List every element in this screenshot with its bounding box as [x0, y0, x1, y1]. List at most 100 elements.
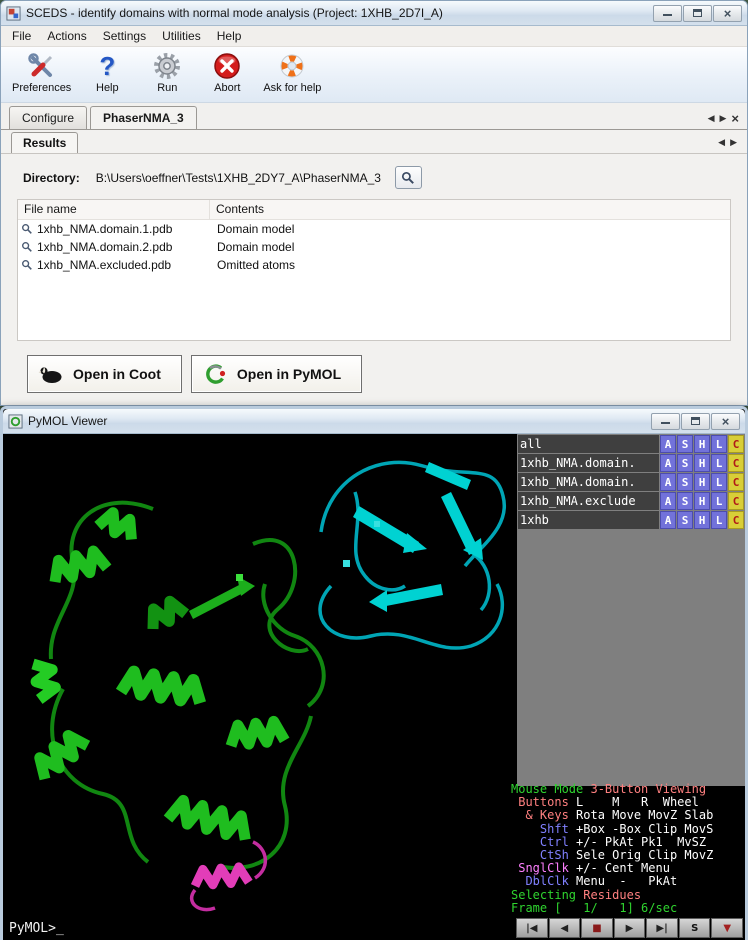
object-name[interactable]: 1xhb [518, 511, 659, 529]
object-name[interactable]: 1xhb_NMA.exclude [518, 492, 659, 510]
browse-button[interactable] [395, 166, 422, 189]
tab-results[interactable]: Results [11, 132, 78, 153]
file-contents: Domain model [210, 222, 294, 236]
object-s-button[interactable]: S [677, 492, 693, 510]
rewind-button[interactable]: |◀ [516, 918, 548, 938]
stop-button[interactable]: ■ [581, 918, 613, 938]
menu-utilities[interactable]: Utilities [154, 26, 209, 46]
ask-for-help-button[interactable]: Ask for help [258, 49, 326, 95]
tab-configure[interactable]: Configure [9, 106, 87, 129]
step-forward-button[interactable]: ▶| [646, 918, 678, 938]
object-h-button[interactable]: H [694, 454, 710, 472]
object-c-button[interactable]: C [728, 435, 744, 453]
magnifier-icon [21, 241, 33, 253]
object-name[interactable]: 1xhb_NMA.domain. [518, 473, 659, 491]
pymol-window-icon [8, 414, 23, 429]
open-in-pymol-button[interactable]: Open in PyMOL [191, 355, 362, 393]
object-s-button[interactable]: S [677, 435, 693, 453]
scene-button[interactable]: S [679, 918, 711, 938]
object-name[interactable]: all [518, 435, 659, 453]
subtab-nav: ◀ ▶ [718, 137, 737, 153]
object-name[interactable]: 1xhb_NMA.domain. [518, 454, 659, 472]
run-button[interactable]: Run [138, 49, 196, 95]
object-a-button[interactable]: A [660, 492, 676, 510]
object-l-button[interactable]: L [711, 454, 727, 472]
action-row: Open in Coot Open in PyMOL [27, 355, 747, 393]
object-h-button[interactable]: H [694, 492, 710, 510]
maximize-button[interactable] [683, 5, 712, 22]
object-h-button[interactable]: H [694, 511, 710, 529]
open-in-coot-button[interactable]: Open in Coot [27, 355, 182, 393]
sceds-titlebar[interactable]: SCEDS - identify domains with normal mod… [1, 1, 747, 26]
object-c-button[interactable]: C [728, 492, 744, 510]
tool-label: Preferences [12, 82, 71, 94]
abort-button[interactable]: Abort [198, 49, 256, 95]
sceds-window-controls: × [653, 5, 742, 22]
subtab-row: Results ◀ ▶ [1, 130, 747, 154]
help-button[interactable]: ? Help [78, 49, 136, 95]
object-c-button[interactable]: C [728, 511, 744, 529]
close-button[interactable]: × [713, 5, 742, 22]
file-contents: Domain model [210, 240, 294, 254]
fullscreen-button[interactable]: ▼ [711, 918, 743, 938]
object-l-button[interactable]: L [711, 492, 727, 510]
table-row[interactable]: 1xhb_NMA.domain.2.pdb Domain model [18, 238, 730, 256]
object-c-button[interactable]: C [728, 473, 744, 491]
step-back-button[interactable]: ◀ [549, 918, 581, 938]
object-a-button[interactable]: A [660, 454, 676, 472]
pymol-logo-icon [202, 363, 228, 385]
tab-scroll-right-icon[interactable]: ▶ [719, 113, 726, 124]
menu-help[interactable]: Help [209, 26, 250, 46]
pymol-body: PyMOL>_ allASHLC1xhb_NMA.domain.ASHLC1xh… [3, 434, 745, 940]
pymol-titlebar[interactable]: PyMOL Viewer × [3, 409, 745, 434]
table-row[interactable]: 1xhb_NMA.domain.1.pdb Domain model [18, 220, 730, 238]
file-name: 1xhb_NMA.domain.1.pdb [37, 222, 172, 236]
object-a-button[interactable]: A [660, 511, 676, 529]
close-button[interactable]: × [711, 413, 740, 430]
file-name: 1xhb_NMA.domain.2.pdb [37, 240, 172, 254]
object-l-button[interactable]: L [711, 435, 727, 453]
maximize-icon [691, 417, 700, 425]
object-s-button[interactable]: S [677, 454, 693, 472]
pymol-window: PyMOL Viewer × [0, 406, 748, 940]
object-s-button[interactable]: S [677, 473, 693, 491]
minimize-button[interactable] [651, 413, 680, 430]
maximize-button[interactable] [681, 413, 710, 430]
open-in-pymol-label: Open in PyMOL [237, 366, 341, 382]
movie-controls: |◀◀■▶▶|S▼ [515, 918, 743, 938]
object-a-button[interactable]: A [660, 473, 676, 491]
object-a-button[interactable]: A [660, 435, 676, 453]
maximize-icon [693, 9, 702, 17]
mouse-legend: Mouse Mode 3-Button Viewing Buttons L M … [511, 783, 743, 915]
play-button[interactable]: ▶ [614, 918, 646, 938]
minimize-button[interactable] [653, 5, 682, 22]
command-prompt[interactable]: PyMOL>_ [9, 921, 64, 936]
menu-file[interactable]: File [4, 26, 39, 46]
preferences-button[interactable]: Preferences [7, 49, 76, 95]
abort-icon [213, 50, 241, 82]
tools-icon [28, 50, 56, 82]
sceds-window: SCEDS - identify domains with normal mod… [0, 0, 748, 406]
close-icon: × [724, 7, 732, 20]
tab-phasernma-3[interactable]: PhaserNMA_3 [90, 106, 197, 129]
object-c-button[interactable]: C [728, 454, 744, 472]
tab-close-icon[interactable]: × [731, 114, 739, 123]
tool-label: Ask for help [263, 82, 321, 94]
protein-structure [3, 434, 516, 940]
table-row[interactable]: 1xhb_NMA.excluded.pdb Omitted atoms [18, 256, 730, 274]
minimize-icon [663, 11, 672, 16]
menu-actions[interactable]: Actions [39, 26, 94, 46]
subtab-scroll-right-icon[interactable]: ▶ [730, 137, 737, 148]
object-h-button[interactable]: H [694, 435, 710, 453]
sceds-window-title: SCEDS - identify domains with normal mod… [26, 6, 648, 20]
minimize-icon [661, 419, 670, 424]
menu-settings[interactable]: Settings [95, 26, 154, 46]
object-s-button[interactable]: S [677, 511, 693, 529]
subtab-scroll-left-icon[interactable]: ◀ [718, 137, 725, 148]
pymol-window-title: PyMOL Viewer [28, 414, 646, 428]
object-l-button[interactable]: L [711, 473, 727, 491]
file-contents: Omitted atoms [210, 258, 295, 272]
tab-scroll-left-icon[interactable]: ◀ [708, 113, 715, 124]
object-l-button[interactable]: L [711, 511, 727, 529]
object-h-button[interactable]: H [694, 473, 710, 491]
